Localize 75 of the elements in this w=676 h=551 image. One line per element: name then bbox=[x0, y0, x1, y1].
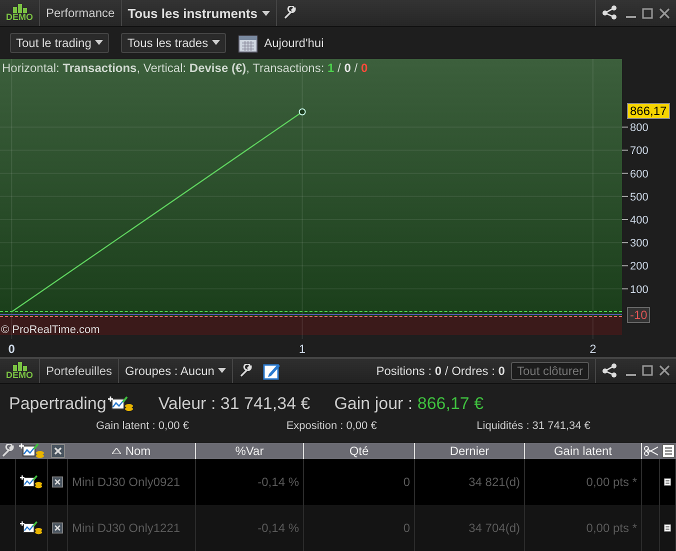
column-header[interactable]: %Var bbox=[196, 443, 304, 460]
caret-icon bbox=[262, 10, 270, 16]
instrument-menu[interactable]: Tous les instruments bbox=[128, 6, 270, 21]
summary-detail: Exposition : 0,00 € bbox=[286, 420, 378, 432]
groups-menu[interactable]: Groupes : Aucun bbox=[125, 364, 226, 378]
y-tick-label: 200 bbox=[630, 260, 648, 272]
axis-tick-label: 100 bbox=[622, 284, 648, 296]
y-tick-label: 800 bbox=[630, 122, 648, 134]
caret-icon bbox=[212, 40, 220, 46]
table-cell: 0,00 pts * bbox=[525, 459, 642, 506]
y-tick-label: 500 bbox=[630, 191, 648, 204]
axis-tick-label: 200 bbox=[622, 260, 648, 272]
maximize-icon[interactable] bbox=[642, 8, 653, 19]
scope-dropdown[interactable]: Tout le trading bbox=[10, 32, 110, 53]
close-icon[interactable] bbox=[659, 8, 670, 19]
summary-detail: Liquidités : 31 741,34 € bbox=[476, 420, 592, 432]
axis-tick-label: 2 bbox=[590, 342, 596, 356]
table-cell: -0,14 % bbox=[196, 459, 304, 506]
min-value-label: -10 bbox=[627, 306, 650, 323]
maximize-icon[interactable] bbox=[642, 365, 653, 376]
chart-coins-icon bbox=[20, 520, 43, 536]
date-button[interactable]: Aujourd'hui bbox=[238, 32, 324, 53]
axis-tick-label: 1 bbox=[298, 342, 306, 356]
table-cell: 0,00 pts * bbox=[525, 505, 642, 551]
remove-icon[interactable] bbox=[52, 475, 63, 490]
axis-tick-label: 400 bbox=[622, 214, 648, 226]
portfolio-value: Valeur : 31 741,34 € bbox=[158, 394, 310, 414]
caret-icon bbox=[95, 40, 104, 46]
last-value-label: 866,17 bbox=[627, 102, 670, 119]
data-point bbox=[298, 108, 306, 116]
axis-tick-label: 0 bbox=[8, 342, 15, 356]
demo-logo: DEMO bbox=[6, 4, 33, 22]
chart-coins-icon bbox=[20, 474, 43, 490]
wrench-icon[interactable] bbox=[282, 6, 296, 20]
account-name: Papertrading bbox=[9, 394, 106, 414]
column-header[interactable]: Gain latent bbox=[525, 443, 642, 460]
panel-title: Portefeuilles bbox=[46, 364, 112, 378]
positions-orders-count: Positions : 0 / Ordres : 0 bbox=[375, 364, 506, 378]
close-icon[interactable] bbox=[659, 365, 670, 376]
scissors-icon[interactable] bbox=[644, 446, 658, 456]
y-tick-label: 100 bbox=[630, 284, 648, 296]
axis-tick-label: 800 bbox=[622, 122, 648, 134]
day-gain: Gain jour : 866,17 € bbox=[334, 394, 484, 414]
column-header[interactable]: Nom bbox=[68, 443, 196, 460]
y-tick-label: 700 bbox=[630, 145, 648, 158]
column-header[interactable]: Qté bbox=[304, 443, 415, 460]
table-cell: Mini DJ30 Only0921 bbox=[68, 459, 196, 506]
remove-icon[interactable] bbox=[52, 521, 63, 536]
axis-tick-label: 600 bbox=[622, 168, 648, 180]
y-tick-label: 600 bbox=[630, 168, 648, 180]
document-icon[interactable] bbox=[662, 444, 674, 458]
column-header[interactable]: Dernier bbox=[415, 443, 525, 460]
copyright-text: © ProRealTime.com bbox=[1, 324, 100, 336]
y-tick-label: 300 bbox=[630, 237, 648, 250]
table-cell: -0,14 % bbox=[196, 505, 304, 551]
axis-tick-label: 500 bbox=[622, 191, 648, 204]
demo-logo: DEMO bbox=[6, 362, 33, 380]
calendar-icon bbox=[238, 32, 258, 53]
wrench-icon[interactable] bbox=[239, 364, 254, 378]
trades-dropdown[interactable]: Tous les trades bbox=[121, 32, 226, 53]
edit-icon[interactable] bbox=[263, 362, 282, 380]
sort-icon bbox=[112, 448, 122, 454]
axis-tick-label: 300 bbox=[622, 237, 648, 250]
table-cell: 34 821(d) bbox=[415, 459, 525, 506]
summary-detail: Gain latent : 0,00 € bbox=[96, 420, 190, 432]
axis-tick-label: 700 bbox=[622, 145, 648, 157]
table-cell: 0 bbox=[304, 505, 415, 551]
chart-coins-icon bbox=[108, 396, 134, 412]
y-tick-label: 400 bbox=[630, 214, 648, 226]
table-cell: 34 704(d) bbox=[415, 505, 525, 551]
caret-icon bbox=[218, 368, 226, 374]
window-title: Performance bbox=[46, 6, 115, 20]
table-cell: Mini DJ30 Only1221 bbox=[68, 505, 196, 551]
chart-legend: Horizontal: Transactions, Vertical: Devise (€), Transactions: 1 / 0 / 0 bbox=[2, 60, 368, 75]
table-cell: 0 bbox=[304, 459, 415, 506]
